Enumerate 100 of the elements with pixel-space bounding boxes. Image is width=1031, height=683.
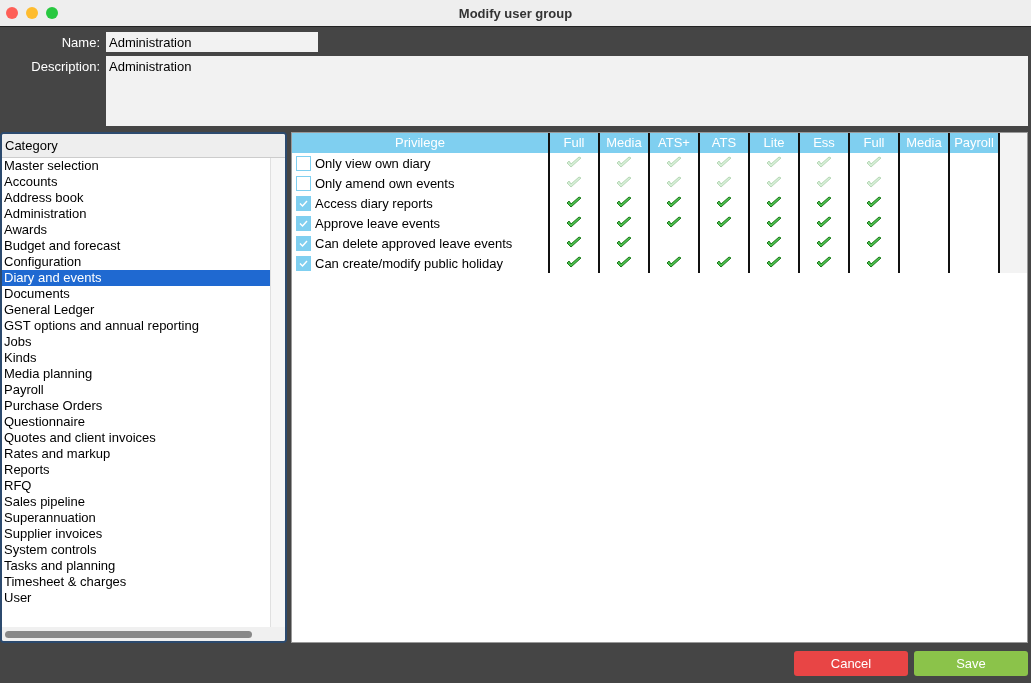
category-item[interactable]: Superannuation <box>2 510 270 526</box>
category-item[interactable]: Timesheet & charges <box>2 574 270 590</box>
checkmark-icon <box>716 196 732 210</box>
checkmark-icon <box>816 256 832 270</box>
description-label: Description: <box>30 58 100 76</box>
checkmark-icon <box>866 196 882 210</box>
column-header: Privilege <box>292 133 548 153</box>
privilege-label: Only view own diary <box>315 155 431 171</box>
checkmark-icon <box>616 156 632 170</box>
checkmark-icon <box>766 156 782 170</box>
category-item[interactable]: Sales pipeline <box>2 494 270 510</box>
checkmark-icon <box>866 156 882 170</box>
checkmark-icon <box>616 176 632 190</box>
column-header: Ess <box>798 133 848 153</box>
checkbox[interactable] <box>296 215 311 231</box>
checkmark-icon <box>766 256 782 270</box>
privilege-label: Can delete approved leave events <box>315 235 513 251</box>
checkmark-icon <box>816 216 832 230</box>
name-field[interactable]: Administration <box>106 32 318 52</box>
category-item[interactable]: Configuration <box>2 254 270 270</box>
checkmark-icon <box>816 196 832 210</box>
checkbox[interactable] <box>296 235 311 251</box>
checkmark-icon <box>766 216 782 230</box>
checkmark-icon <box>766 236 782 250</box>
category-item[interactable]: Tasks and planning <box>2 558 270 574</box>
column-header: ATS <box>698 133 748 153</box>
horizontal-scrollbar[interactable] <box>2 627 285 641</box>
checkmark-icon <box>616 216 632 230</box>
category-item[interactable]: User <box>2 590 270 606</box>
category-item[interactable]: Questionnaire <box>2 414 270 430</box>
checkmark-icon <box>766 196 782 210</box>
checkmark-icon <box>866 176 882 190</box>
category-item[interactable]: Quotes and client invoices <box>2 430 270 446</box>
checkmark-icon <box>666 216 682 230</box>
checkmark-icon <box>866 236 882 250</box>
category-item[interactable]: System controls <box>2 542 270 558</box>
category-item[interactable]: General Ledger <box>2 302 270 318</box>
checkmark-icon <box>716 176 732 190</box>
checkmark-icon <box>299 259 308 267</box>
category-item[interactable]: Master selection <box>2 158 270 174</box>
checkmark-icon <box>299 219 308 227</box>
category-item[interactable]: GST options and annual reporting <box>2 318 270 334</box>
name-label: Name: <box>60 34 100 52</box>
category-item[interactable]: Rates and markup <box>2 446 270 462</box>
checkbox[interactable] <box>296 155 311 171</box>
checkmark-icon <box>816 156 832 170</box>
checkmark-icon <box>766 176 782 190</box>
category-item[interactable]: Budget and forecast <box>2 238 270 254</box>
category-item[interactable]: Awards <box>2 222 270 238</box>
checkmark-icon <box>299 239 308 247</box>
checkbox[interactable] <box>296 255 311 271</box>
checkmark-icon <box>666 176 682 190</box>
zoom-button[interactable] <box>46 7 58 19</box>
checkmark-icon <box>666 196 682 210</box>
column-header: Full <box>848 133 898 153</box>
privilege-label: Approve leave events <box>315 215 441 231</box>
column-header: Payroll <box>948 133 998 153</box>
window-title: Modify user group <box>458 5 573 21</box>
checkmark-icon <box>666 256 682 270</box>
column-header: Media <box>898 133 948 153</box>
vertical-scrollbar[interactable] <box>270 158 285 627</box>
column-header: Category <box>2 134 285 158</box>
checkmark-icon <box>716 156 732 170</box>
category-item[interactable]: Documents <box>2 286 270 302</box>
checkbox[interactable] <box>296 195 311 211</box>
privilege-label: Can create/modify public holiday <box>315 255 503 271</box>
privilege-label: Only amend own events <box>315 175 455 191</box>
checkmark-icon <box>299 199 308 207</box>
checkmark-icon <box>716 216 732 230</box>
description-field[interactable]: Administration <box>106 56 1028 126</box>
category-item[interactable]: Payroll <box>2 382 270 398</box>
category-item[interactable]: Jobs <box>2 334 270 350</box>
category-item[interactable]: Accounts <box>2 174 270 190</box>
category-item[interactable]: Supplier invoices <box>2 526 270 542</box>
checkmark-icon <box>866 256 882 270</box>
category-item[interactable]: Administration <box>2 206 270 222</box>
column-header: Full <box>548 133 598 153</box>
category-item[interactable]: Media planning <box>2 366 270 382</box>
column-header: ATS+ <box>648 133 698 153</box>
checkmark-icon <box>816 236 832 250</box>
checkmark-icon <box>716 256 732 270</box>
checkmark-icon <box>566 216 582 230</box>
category-item[interactable]: Kinds <box>2 350 270 366</box>
checkmark-icon <box>566 196 582 210</box>
category-item[interactable]: Purchase Orders <box>2 398 270 414</box>
category-item[interactable]: RFQ <box>2 478 270 494</box>
checkmark-icon <box>566 256 582 270</box>
column-header: Lite <box>748 133 798 153</box>
checkmark-icon <box>866 216 882 230</box>
checkmark-icon <box>616 196 632 210</box>
category-item[interactable]: Address book <box>2 190 270 206</box>
close-button[interactable] <box>6 7 18 19</box>
category-item[interactable]: Diary and events <box>2 270 270 286</box>
checkmark-icon <box>566 156 582 170</box>
minimize-button[interactable] <box>26 7 38 19</box>
checkbox[interactable] <box>296 175 311 191</box>
category-item[interactable]: Reports <box>2 462 270 478</box>
cancel-button[interactable]: Cancel <box>794 650 908 676</box>
checkmark-icon <box>616 236 632 250</box>
column-header: Media <box>598 133 648 153</box>
